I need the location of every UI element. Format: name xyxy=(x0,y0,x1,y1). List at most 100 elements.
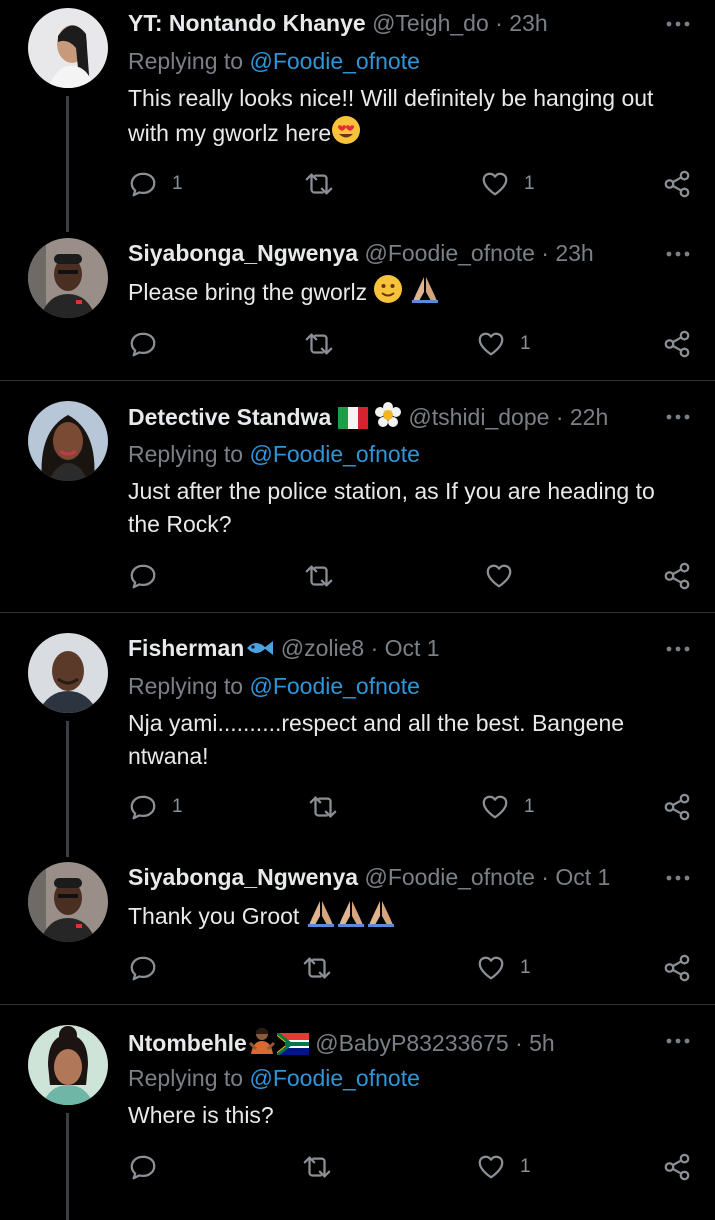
tweet[interactable]: YT: Nontando Khanye @Teigh_do · 23h Repl… xyxy=(0,8,715,232)
timestamp[interactable]: Oct 1 xyxy=(555,864,610,890)
reply-icon xyxy=(128,169,158,199)
retweet-button[interactable] xyxy=(304,560,334,592)
reply-button[interactable]: 1 xyxy=(128,791,183,823)
tweet[interactable]: Detective Standwa @tshidi_dope · 22h Rep… xyxy=(0,401,715,601)
timestamp[interactable]: 23h xyxy=(555,240,593,266)
like-button[interactable]: 1 xyxy=(476,1151,531,1183)
retweet-icon xyxy=(304,169,334,199)
retweet-icon xyxy=(304,329,334,359)
share-button[interactable] xyxy=(662,1151,692,1183)
replying-to: Replying to @Foodie_ofnote xyxy=(128,1063,420,1093)
reply-button[interactable]: 1 xyxy=(128,168,183,200)
replying-to: Replying to @Foodie_ofnote xyxy=(128,439,420,469)
like-button[interactable]: 1 xyxy=(480,168,535,200)
more-options-icon[interactable] xyxy=(664,868,692,888)
tweet-text: This really looks nice!! Will definitely… xyxy=(128,82,698,150)
separator: · xyxy=(515,1030,523,1056)
more-options-icon[interactable] xyxy=(664,244,692,264)
mention-link[interactable]: @Foodie_ofnote xyxy=(249,48,419,74)
share-button[interactable] xyxy=(662,168,692,200)
display-name[interactable]: YT: Nontando Khanye xyxy=(128,10,366,36)
avatar[interactable] xyxy=(28,862,108,942)
retweet-button[interactable] xyxy=(304,168,334,200)
like-button[interactable]: 1 xyxy=(476,328,531,360)
display-name[interactable]: Detective Standwa xyxy=(128,404,331,430)
retweet-button[interactable] xyxy=(302,1151,332,1183)
username[interactable]: @Foodie_ofnote xyxy=(364,864,534,890)
more-options-icon[interactable] xyxy=(664,14,692,34)
more-options-icon[interactable] xyxy=(664,1031,692,1051)
username[interactable]: @zolie8 xyxy=(281,635,364,661)
thread-line xyxy=(66,721,69,857)
avatar[interactable] xyxy=(28,8,108,88)
like-count: 1 xyxy=(520,957,531,978)
username[interactable]: @Teigh_do xyxy=(372,10,489,36)
reply-button[interactable] xyxy=(128,1151,158,1183)
avatar[interactable] xyxy=(28,633,108,713)
reply-button[interactable] xyxy=(128,560,158,592)
tweet-text-line: Please bring the gworlz xyxy=(128,274,698,309)
mention-link[interactable]: @Foodie_ofnote xyxy=(249,441,419,467)
display-name[interactable]: Ntombehle xyxy=(128,1030,247,1056)
timestamp[interactable]: 5h xyxy=(529,1030,555,1056)
avatar[interactable] xyxy=(28,238,108,318)
retweet-button[interactable] xyxy=(302,952,332,984)
tweet-text-fragment: Thank you Groot xyxy=(128,903,300,929)
mention-link[interactable]: @Foodie_ofnote xyxy=(249,1065,419,1091)
reply-count: 1 xyxy=(172,796,183,817)
replying-to-label: Replying to xyxy=(128,441,244,467)
like-button[interactable]: 1 xyxy=(480,791,535,823)
separator: · xyxy=(555,404,564,430)
more-options-icon[interactable] xyxy=(664,639,692,659)
retweet-button[interactable] xyxy=(304,328,334,360)
share-icon xyxy=(662,329,692,359)
more-options-icon[interactable] xyxy=(664,407,692,427)
tweet-actions: 1 1 xyxy=(128,791,698,823)
smile-emoji-icon xyxy=(374,275,403,303)
reply-count: 1 xyxy=(172,173,183,194)
tweet-text: Just after the police station, as If you… xyxy=(128,475,698,541)
username[interactable]: @tshidi_dope xyxy=(408,404,549,430)
person-gesturing-emoji-icon xyxy=(248,1028,275,1054)
display-name[interactable]: Siyabonga_Ngwenya xyxy=(128,240,358,266)
tweet-header: Ntombehle @BabyP83233675 · 5h xyxy=(128,1025,555,1058)
retweet-icon xyxy=(302,953,332,983)
tweet[interactable]: Siyabonga_Ngwenya @Foodie_ofnote · Oct 1… xyxy=(0,862,715,1002)
timestamp[interactable]: 23h xyxy=(509,10,547,36)
replying-to-label: Replying to xyxy=(128,673,244,699)
tweet-header: Siyabonga_Ngwenya @Foodie_ofnote · 23h xyxy=(128,238,594,268)
thread-line xyxy=(66,96,69,232)
tweet[interactable]: Siyabonga_Ngwenya @Foodie_ofnote · 23h P… xyxy=(0,238,715,378)
like-button[interactable]: 1 xyxy=(476,952,531,984)
reply-button[interactable] xyxy=(128,952,158,984)
timestamp[interactable]: Oct 1 xyxy=(385,635,440,661)
retweet-button[interactable] xyxy=(308,791,338,823)
share-icon xyxy=(662,1152,692,1182)
share-button[interactable] xyxy=(662,952,692,984)
share-icon xyxy=(662,561,692,591)
share-button[interactable] xyxy=(662,328,692,360)
tweet[interactable]: Ntombehle @BabyP83233675 · 5h Replying t… xyxy=(0,1025,715,1220)
username[interactable]: @Foodie_ofnote xyxy=(364,240,534,266)
avatar[interactable] xyxy=(28,1025,108,1105)
tweet[interactable]: Fisherman @zolie8 · Oct 1 Replying to @F… xyxy=(0,633,715,857)
share-button[interactable] xyxy=(662,791,692,823)
timestamp[interactable]: 22h xyxy=(570,404,608,430)
tweet-text: Please bring the gworlz xyxy=(128,274,698,309)
username[interactable]: @BabyP83233675 xyxy=(315,1030,508,1056)
display-name[interactable]: Siyabonga_Ngwenya xyxy=(128,864,358,890)
heart-icon xyxy=(480,792,510,822)
display-name[interactable]: Fisherman xyxy=(128,635,244,661)
praying-hands-emoji-icon xyxy=(367,901,394,927)
replying-to: Replying to @Foodie_ofnote xyxy=(128,46,420,76)
mention-link[interactable]: @Foodie_ofnote xyxy=(249,673,419,699)
avatar[interactable] xyxy=(28,401,108,481)
thread-line xyxy=(66,1113,69,1220)
share-icon xyxy=(662,953,692,983)
tweet-actions: 1 xyxy=(128,952,698,984)
reply-button[interactable] xyxy=(128,328,158,360)
reply-icon xyxy=(128,1152,158,1182)
like-button[interactable] xyxy=(484,560,514,592)
share-button[interactable] xyxy=(662,560,692,592)
praying-hands-emoji-icon xyxy=(411,277,438,303)
